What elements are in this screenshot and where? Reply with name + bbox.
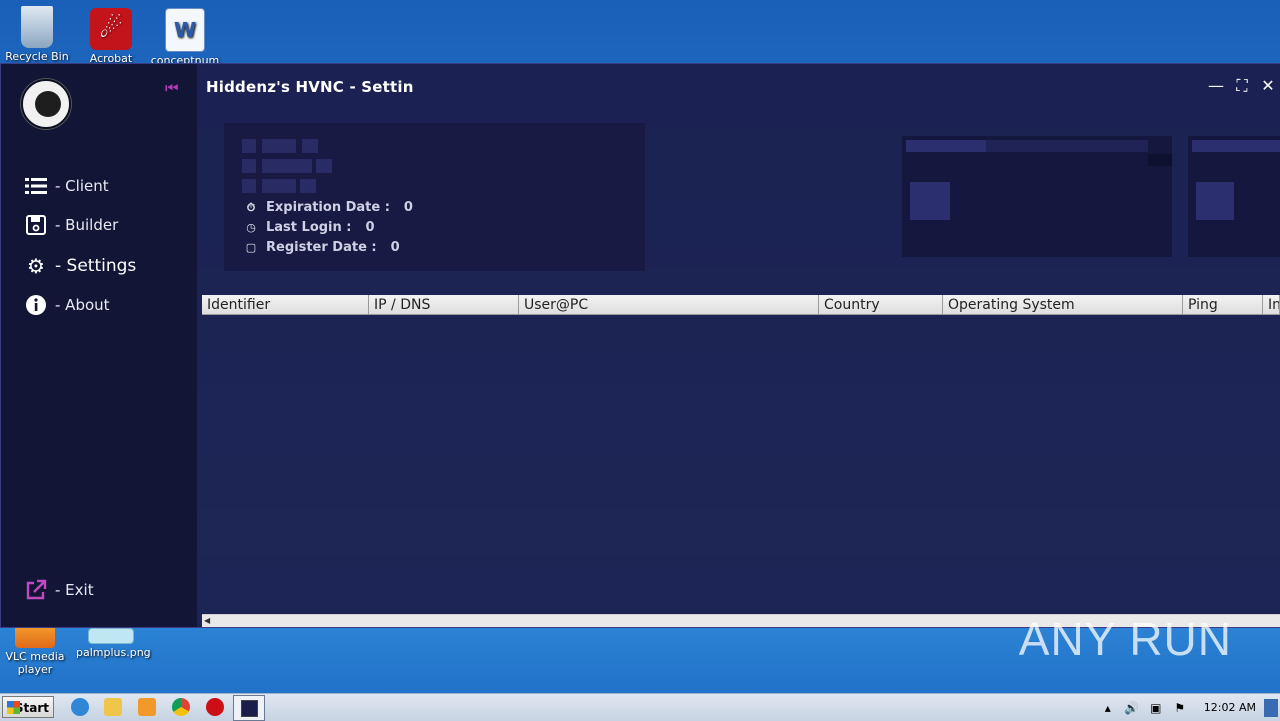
- register-date-label: Register Date :: [266, 240, 377, 255]
- desktop-icon-recycle-bin[interactable]: Recycle Bin: [2, 6, 72, 63]
- desktop-icon-acrobat[interactable]: ☄ Acrobat: [76, 8, 146, 65]
- ie-icon[interactable]: [71, 698, 89, 716]
- placeholder-block: [316, 159, 332, 173]
- last-login-row: ◷ Last Login : 0: [244, 220, 375, 235]
- stat-bar: [1196, 182, 1234, 220]
- stat-bar: [1148, 154, 1172, 166]
- tray-expand-icon[interactable]: ▴: [1100, 701, 1116, 715]
- column-header-install[interactable]: In: [1263, 295, 1280, 315]
- column-header-operating-system[interactable]: Operating System: [943, 295, 1183, 315]
- sidebar-item-label: - About: [55, 296, 110, 314]
- save-icon: [23, 214, 49, 236]
- stopwatch-icon: ⏱: [246, 200, 256, 214]
- list-icon: [23, 175, 49, 197]
- sidebar-item-label: - Builder: [55, 216, 119, 234]
- sidebar-item-builder[interactable]: - Builder: [23, 211, 118, 239]
- window-controls: — ⛶ ✕: [1208, 77, 1276, 95]
- taskbar-item-hvnc[interactable]: [233, 695, 265, 721]
- folder-icon[interactable]: [104, 698, 122, 716]
- hvnc-app-icon: [241, 700, 258, 717]
- image-file-icon: [88, 628, 134, 644]
- sidebar-item-settings[interactable]: ⚙ - Settings: [23, 252, 136, 280]
- column-header-ip-dns[interactable]: IP / DNS: [369, 295, 519, 315]
- watermark: ANY RUN: [1018, 613, 1232, 665]
- placeholder-block: [242, 139, 256, 153]
- table-header: Identifier IP / DNS User@PC Country Oper…: [202, 295, 1280, 315]
- flag-icon[interactable]: ⚑: [1172, 701, 1188, 715]
- desktop-icon-label: Recycle Bin: [5, 50, 69, 63]
- calendar-icon: ▢: [245, 241, 257, 254]
- stat-bar: [910, 182, 950, 220]
- placeholder-block: [300, 179, 316, 193]
- minimize-button[interactable]: —: [1208, 77, 1224, 95]
- opera-icon[interactable]: [206, 698, 224, 716]
- info-icon: [23, 294, 49, 316]
- sidebar-item-label: - Settings: [55, 256, 137, 276]
- close-button[interactable]: ✕: [1260, 77, 1276, 95]
- stat-card: [1188, 136, 1280, 257]
- sidebar: ⏮ - Client - Builder ⚙ - Settings - Abou…: [1, 64, 197, 627]
- placeholder-block: [302, 139, 318, 153]
- maximize-button[interactable]: ⛶: [1234, 77, 1250, 95]
- sidebar-item-exit[interactable]: - Exit: [23, 576, 94, 604]
- avatar: [21, 79, 71, 129]
- sidebar-item-label: - Exit: [55, 581, 94, 599]
- placeholder-block: [262, 179, 296, 193]
- placeholder-block: [242, 179, 256, 193]
- expiration-date-value: 0: [403, 200, 413, 215]
- license-info-card: ⏱ Expiration Date : 0 ◷ Last Login : 0 ▢…: [224, 123, 645, 271]
- register-date-value: 0: [390, 240, 400, 255]
- sidebar-item-label: - Client: [55, 177, 109, 195]
- placeholder-block: [242, 159, 256, 173]
- show-desktop-button[interactable]: [1264, 698, 1278, 717]
- column-header-identifier[interactable]: Identifier: [202, 295, 369, 315]
- start-button[interactable]: Start: [2, 696, 54, 718]
- external-link-icon: [23, 579, 49, 601]
- last-login-value: 0: [365, 220, 375, 235]
- placeholder-block: [262, 139, 296, 153]
- register-date-row: ▢ Register Date : 0: [244, 240, 400, 255]
- clients-table: Identifier IP / DNS User@PC Country Oper…: [202, 295, 1280, 615]
- hvnc-window: ⏮ - Client - Builder ⚙ - Settings - Abou…: [1, 64, 1280, 627]
- word-doc-icon: W: [165, 8, 205, 52]
- recycle-bin-icon: [21, 6, 53, 48]
- clock-icon: ◷: [246, 221, 256, 234]
- system-tray: ▴ 🔊 ▣ ⚑ 12:02 AM: [1096, 694, 1280, 721]
- desktop-icon-label: VLC media player: [5, 650, 65, 676]
- volume-icon[interactable]: 🔊: [1124, 701, 1140, 715]
- acrobat-icon: ☄: [90, 8, 132, 50]
- placeholder-block: [262, 159, 312, 173]
- expiration-date-row: ⏱ Expiration Date : 0: [244, 200, 413, 215]
- column-header-ping[interactable]: Ping: [1183, 295, 1263, 315]
- column-header-country[interactable]: Country: [819, 295, 943, 315]
- desktop-icon-vlc[interactable]: VLC media player: [0, 624, 70, 676]
- sidebar-item-about[interactable]: - About: [23, 291, 110, 319]
- media-player-icon[interactable]: [138, 698, 156, 716]
- window-title: Hiddenz's HVNC - Settin: [206, 78, 414, 96]
- last-login-label: Last Login :: [266, 220, 352, 235]
- vlc-icon: [15, 624, 55, 648]
- expiration-date-label: Expiration Date :: [266, 200, 390, 215]
- desktop-icon-palmplus[interactable]: palmplus.png: [76, 628, 151, 659]
- stat-bar: [906, 140, 986, 152]
- collapse-sidebar-icon[interactable]: ⏮: [165, 80, 179, 96]
- desktop-icon-document[interactable]: W conceptnum: [150, 8, 220, 67]
- stat-bar: [1192, 140, 1280, 152]
- chrome-icon[interactable]: [172, 698, 190, 716]
- column-header-user-pc[interactable]: User@PC: [519, 295, 819, 315]
- stat-card: [902, 136, 1172, 257]
- gears-icon: ⚙: [27, 254, 45, 278]
- desktop-icon-label: palmplus.png: [76, 646, 151, 659]
- windows-flag-icon: [7, 701, 20, 714]
- stat-bar: [986, 140, 1148, 152]
- taskbar: Start ▴ 🔊 ▣ ⚑ 12:02 AM: [0, 693, 1280, 721]
- network-icon[interactable]: ▣: [1148, 701, 1164, 715]
- sidebar-item-client[interactable]: - Client: [23, 172, 109, 200]
- scroll-left-icon[interactable]: ◀: [204, 616, 214, 626]
- clock[interactable]: 12:02 AM: [1204, 701, 1256, 714]
